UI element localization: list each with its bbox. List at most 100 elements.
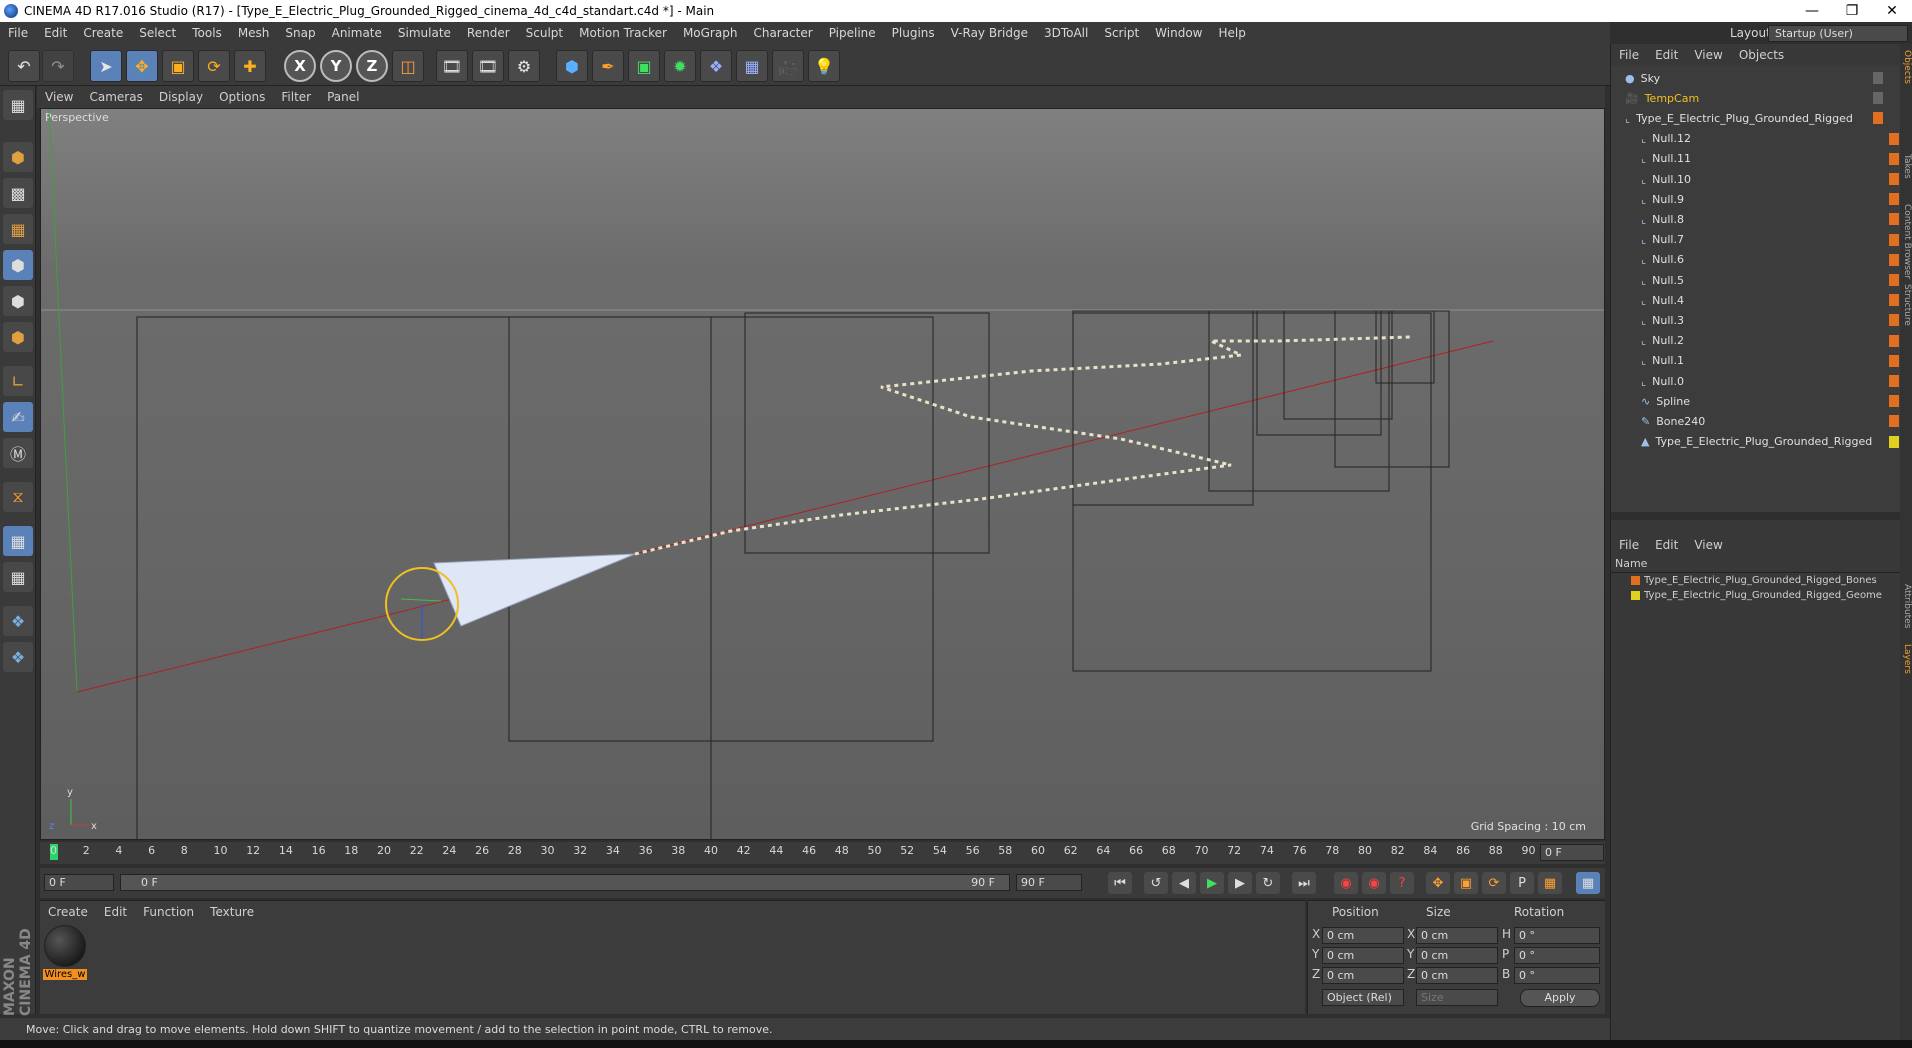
side-tab-structure[interactable]: Structure [1900, 284, 1912, 326]
last-tool-icon[interactable]: ✚ [234, 50, 266, 82]
side-tab-takes[interactable]: Takes [1900, 154, 1912, 179]
menu-select[interactable]: Select [131, 26, 184, 40]
position-x-field[interactable]: 0 cm [1322, 927, 1404, 944]
object-row[interactable]: ⌞ Null.7 [1611, 230, 1903, 250]
menu-v-ray-bridge[interactable]: V-Ray Bridge [943, 26, 1036, 40]
snap-icon[interactable]: Ⓜ [3, 438, 33, 468]
texture-mode-icon[interactable]: ▩ [3, 178, 33, 208]
magnet-icon[interactable]: ⧖ [3, 482, 33, 512]
deformer-icon[interactable]: ❖ [700, 50, 732, 82]
object-row[interactable]: ⌞ Null.10 [1611, 169, 1903, 189]
object-menu-view[interactable]: View [1686, 48, 1730, 62]
rotation-h-field[interactable]: 0 ° [1514, 927, 1600, 944]
coord-mode-dropdown[interactable]: Object (Rel) [1322, 989, 1404, 1006]
cube-icon[interactable]: ⬢ [556, 50, 588, 82]
object-row[interactable]: ⌞ Null.8 [1611, 209, 1903, 229]
keyframe-selection-icon[interactable]: ? [1390, 872, 1414, 894]
menu-render[interactable]: Render [459, 26, 518, 40]
select-arrow-icon[interactable]: ➤ [90, 50, 122, 82]
object-row[interactable]: ✎ Bone240 [1611, 411, 1903, 431]
object-row[interactable]: ⌞ Null.11 [1611, 149, 1903, 169]
object-row[interactable]: ⌞ Null.6 [1611, 250, 1903, 270]
world-coord-icon[interactable]: ◫ [392, 50, 424, 82]
object-row[interactable]: ⌞ Null.4 [1611, 290, 1903, 310]
record-keys-icon[interactable]: ◉ [1334, 872, 1358, 894]
frame-range-slider[interactable]: 0 F 90 F [120, 874, 1010, 891]
object-row[interactable]: ⌞ Null.1 [1611, 351, 1903, 371]
menu-snap[interactable]: Snap [277, 26, 323, 40]
make-editable-icon[interactable]: ▦ [3, 90, 33, 120]
rotate-icon[interactable]: ⟳ [198, 50, 230, 82]
menu-3dtoall[interactable]: 3DToAll [1036, 26, 1096, 40]
menu-window[interactable]: Window [1147, 26, 1210, 40]
material-item[interactable]: Wires_w [43, 925, 87, 980]
layer-menu-view[interactable]: View [1686, 538, 1730, 552]
side-tab-attributes[interactable]: Attributes [1900, 584, 1912, 628]
polygons-mode-icon[interactable]: ⬢ [3, 322, 33, 352]
object-row[interactable]: ⌞ Null.2 [1611, 331, 1903, 351]
viewport-menu-filter[interactable]: Filter [273, 90, 319, 104]
position-y-field[interactable]: 0 cm [1322, 947, 1404, 964]
object-row[interactable]: ▲ Type_E_Electric_Plug_Grounded_Rigged [1611, 432, 1903, 452]
goto-next-key-icon[interactable]: ↻ [1256, 872, 1280, 894]
size-x-field[interactable]: 0 cm [1416, 927, 1498, 944]
rotation-b-field[interactable]: 0 ° [1514, 967, 1600, 984]
key-rotation-icon[interactable]: ⟳ [1482, 872, 1506, 894]
layer-menu-edit[interactable]: Edit [1647, 538, 1686, 552]
viewport-menu-cameras[interactable]: Cameras [81, 90, 150, 104]
scale-icon[interactable]: ▣ [162, 50, 194, 82]
menu-simulate[interactable]: Simulate [390, 26, 459, 40]
object-menu-file[interactable]: File [1611, 48, 1647, 62]
viewport-menu-options[interactable]: Options [211, 90, 273, 104]
axis-mode-icon[interactable]: ∟ [3, 366, 33, 396]
object-row[interactable]: ⌞ Type_E_Electric_Plug_Grounded_Rigged [1611, 108, 1887, 128]
floor-icon[interactable]: ▦ [736, 50, 768, 82]
workplane-icon[interactable]: ▦ [3, 214, 33, 244]
goto-end-icon[interactable]: ⏭ [1292, 872, 1316, 894]
apply-button[interactable]: Apply [1520, 989, 1600, 1007]
layer-menu-file[interactable]: File [1611, 538, 1647, 552]
viewport-menu-panel[interactable]: Panel [319, 90, 367, 104]
material-menu-create[interactable]: Create [40, 905, 96, 919]
camera-icon[interactable]: 🎥 [772, 50, 804, 82]
auto-key-icon[interactable]: ◉ [1362, 872, 1386, 894]
move-icon[interactable]: ✥ [126, 50, 158, 82]
menu-tools[interactable]: Tools [184, 26, 230, 40]
layout-dropdown[interactable]: Startup (User) [1768, 25, 1908, 42]
menu-script[interactable]: Script [1096, 26, 1147, 40]
menu-create[interactable]: Create [75, 26, 131, 40]
play-icon[interactable]: ▶ [1200, 872, 1224, 894]
position-z-field[interactable]: 0 cm [1322, 967, 1404, 984]
object-menu-objects[interactable]: Objects [1731, 48, 1792, 62]
layer-row[interactable]: Type_E_Electric_Plug_Grounded_Rigged_Bon… [1611, 573, 1901, 588]
layer-row[interactable]: Type_E_Electric_Plug_Grounded_Rigged_Geo… [1611, 588, 1901, 603]
restore-icon[interactable]: ❐ [1832, 0, 1872, 22]
timeline-window-icon[interactable]: ▦ [1576, 872, 1600, 894]
rotation-p-field[interactable]: 0 ° [1514, 947, 1600, 964]
menu-mograph[interactable]: MoGraph [675, 26, 746, 40]
x-axis-icon[interactable]: X [284, 50, 316, 82]
object-row[interactable]: ∿ Spline [1611, 391, 1903, 411]
menu-sculpt[interactable]: Sculpt [518, 26, 571, 40]
model-mode-icon[interactable]: ⬢ [3, 142, 33, 172]
menu-motion-tracker[interactable]: Motion Tracker [571, 26, 675, 40]
panel-splitter[interactable] [1611, 512, 1901, 520]
viewport-menu-view[interactable]: View [37, 90, 81, 104]
object-row[interactable]: ⌞ Null.5 [1611, 270, 1903, 290]
key-position-icon[interactable]: ✥ [1426, 872, 1450, 894]
menu-plugins[interactable]: Plugins [884, 26, 943, 40]
python-script-icon[interactable]: ❖ [3, 642, 33, 672]
key-param-icon[interactable]: P [1510, 872, 1534, 894]
menu-edit[interactable]: Edit [36, 26, 75, 40]
timeline-ruler[interactable]: 0 F 0 2 4 6 8 10 12 14 16 18 20 22 24 26 28 30 32 34 36 38 4… [40, 842, 1605, 864]
object-menu-edit[interactable]: Edit [1647, 48, 1686, 62]
viewport-perspective[interactable]: Perspective y x z Grid Spacing : 10 cm [40, 108, 1605, 840]
redo-icon[interactable]: ↷ [42, 50, 74, 82]
object-row[interactable]: ⌞ Null.12 [1611, 129, 1903, 149]
object-row[interactable]: ⌞ Null.3 [1611, 310, 1903, 330]
minimize-icon[interactable]: — [1792, 0, 1832, 22]
side-tab-objects[interactable]: Objects [1900, 50, 1912, 84]
undo-icon[interactable]: ↶ [8, 50, 40, 82]
z-axis-icon[interactable]: Z [356, 50, 388, 82]
python-icon[interactable]: ❖ [3, 606, 33, 636]
